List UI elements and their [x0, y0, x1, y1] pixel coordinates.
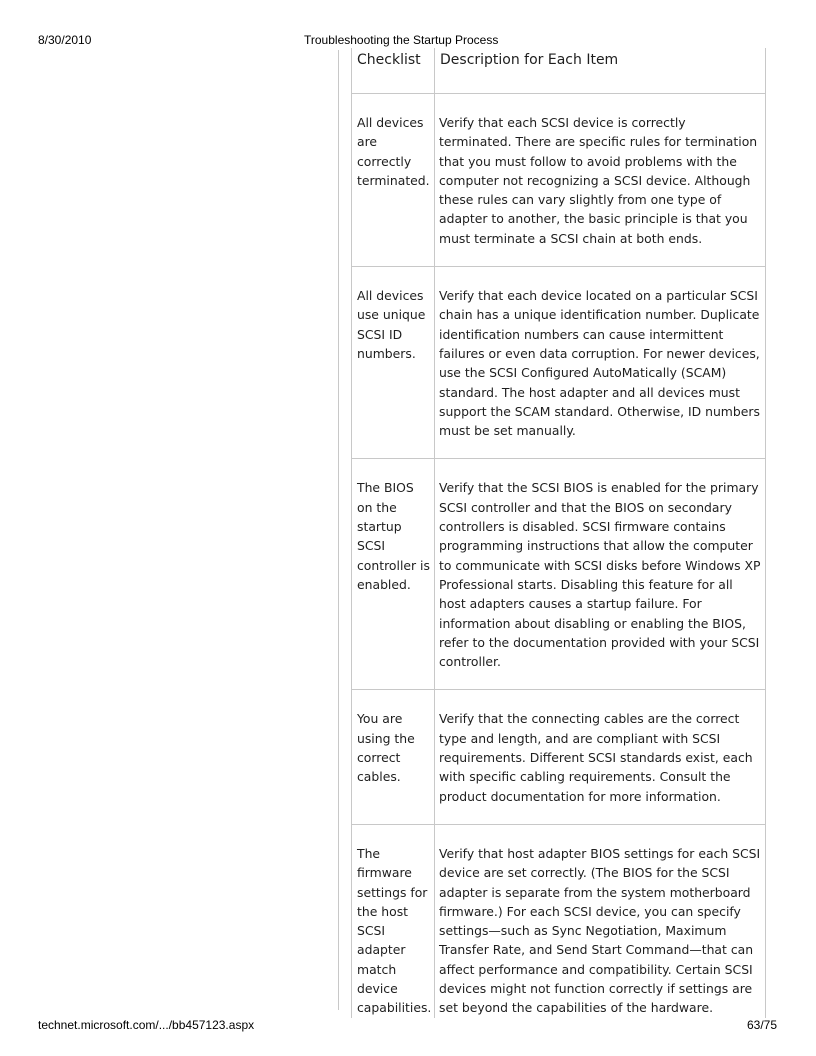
- header-date: 8/30/2010: [38, 33, 92, 47]
- checklist-item: All devices are correctly terminated.: [351, 92, 435, 268]
- table-row: All devices are correctly terminated. Ve…: [351, 92, 766, 268]
- item-description: Verify that the connecting cables are th…: [434, 689, 766, 825]
- checklist-table: Checklist Description for Each Item All …: [351, 48, 766, 1018]
- checklist-item: All devices use unique SCSI ID numbers.: [351, 266, 435, 460]
- checklist-item: The firmware settings for the host SCSI …: [351, 823, 435, 1018]
- table-header-row: Checklist Description for Each Item: [351, 48, 766, 94]
- table-row: All devices use unique SCSI ID numbers. …: [351, 266, 766, 460]
- footer-url: technet.microsoft.com/.../bb457123.aspx: [38, 1018, 255, 1032]
- header-title: Troubleshooting the Startup Process: [304, 33, 499, 47]
- checklist-item: The BIOS on the startup SCSI controller …: [351, 458, 435, 691]
- item-description: Verify that each device located on a par…: [434, 266, 766, 460]
- table-row: The BIOS on the startup SCSI controller …: [351, 458, 766, 691]
- column-header-checklist: Checklist: [351, 48, 435, 94]
- content-left-border: [338, 50, 339, 1010]
- table-row: You are using the correct cables. Verify…: [351, 689, 766, 825]
- checklist-item: You are using the correct cables.: [351, 689, 435, 825]
- item-description: Verify that each SCSI device is correctl…: [434, 92, 766, 268]
- table-row: The firmware settings for the host SCSI …: [351, 823, 766, 1018]
- item-description: Verify that host adapter BIOS settings f…: [434, 823, 766, 1018]
- footer-page-number: 63/75: [746, 1018, 777, 1032]
- column-header-description: Description for Each Item: [434, 48, 766, 94]
- item-description: Verify that the SCSI BIOS is enabled for…: [434, 458, 766, 691]
